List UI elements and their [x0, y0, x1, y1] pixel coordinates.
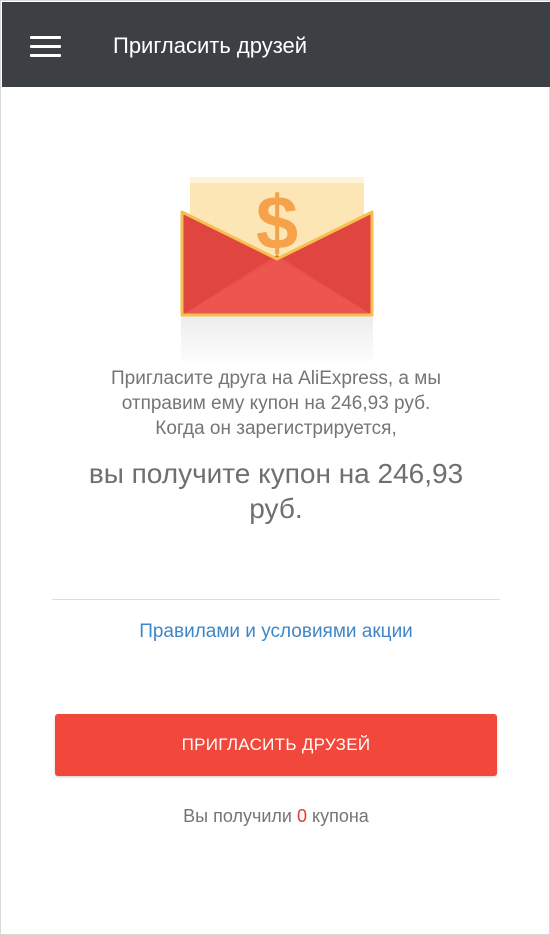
- invite-friends-button[interactable]: ПРИГЛАСИТЬ ДРУЗЕЙ: [55, 714, 497, 776]
- coupons-received: Вы получили 0 купона: [1, 804, 550, 829]
- toolbar: Пригласить друзей: [2, 2, 550, 87]
- page-title: Пригласить друзей: [113, 33, 308, 58]
- coupons-suffix: купона: [312, 806, 369, 826]
- reward-text: вы получите купон на 246,93 руб.: [41, 456, 511, 526]
- promo-description-line: Пригласите друга на AliExpress, а мы: [111, 368, 441, 389]
- coupons-prefix: Вы получили: [183, 806, 292, 826]
- hamburger-menu-icon[interactable]: [24, 28, 68, 64]
- promo-description-line: Когда он зарегистрируется,: [155, 418, 397, 439]
- envelope-dollar-icon: $: [180, 177, 374, 367]
- reward-line: руб.: [249, 493, 303, 524]
- coupons-count: 0: [297, 806, 308, 826]
- rules-link[interactable]: Правилами и условиями акции: [1, 619, 550, 645]
- promo-description-line: отправим ему купон на 246,93 руб.: [121, 393, 431, 414]
- app-screen: Пригласить друзей $ Пригласите друга на …: [0, 0, 550, 935]
- divider: [52, 599, 500, 600]
- promo-description: Пригласите друга на AliExpress, а мы отп…: [41, 366, 511, 441]
- reward-line: вы получите купон на 246,93: [88, 458, 464, 489]
